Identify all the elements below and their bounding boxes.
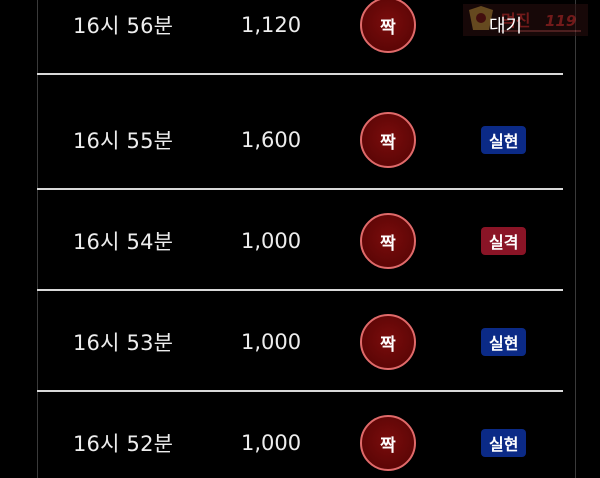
row-time: 16시 56분 — [73, 14, 174, 38]
row-time: 16시 52분 — [73, 432, 174, 456]
history-row: 16시 53분 1,000 짝 실현 — [37, 292, 563, 392]
history-row: 16시 55분 1,600 짝 실현 — [37, 90, 563, 190]
status-badge-win: 실현 — [481, 429, 527, 457]
row-divider — [37, 188, 563, 190]
row-amount: 1,000 — [241, 229, 302, 253]
row-divider — [37, 73, 563, 75]
row-time: 16시 54분 — [73, 230, 174, 254]
row-time: 16시 55분 — [73, 129, 174, 153]
status-badge-win: 실현 — [481, 126, 527, 154]
row-time: 16시 53분 — [73, 331, 174, 355]
row-amount: 1,600 — [241, 128, 302, 152]
history-row: 16시 52분 1,000 짝 실현 — [37, 393, 563, 478]
row-divider — [37, 289, 563, 291]
row-amount: 1,000 — [241, 431, 302, 455]
bet-history-page: 먹진 119 16시 56분 1,120 짝 대기 16시 55분 1,600 … — [0, 0, 600, 478]
pick-badge-even: 짝 — [360, 314, 416, 370]
row-divider — [37, 390, 563, 392]
pick-badge-even: 짝 — [360, 213, 416, 269]
status-badge-lose: 실격 — [481, 227, 527, 255]
pick-badge-even: 짝 — [360, 415, 416, 471]
row-amount: 1,120 — [241, 13, 302, 37]
history-row: 16시 56분 1,120 짝 대기 — [37, 0, 563, 75]
row-amount: 1,000 — [241, 330, 302, 354]
pick-badge-even: 짝 — [360, 112, 416, 168]
history-row: 16시 54분 1,000 짝 실격 — [37, 191, 563, 291]
status-badge-win: 실현 — [481, 328, 527, 356]
pick-badge-even: 짝 — [360, 0, 416, 53]
right-border-line — [575, 0, 576, 478]
status-badge-pending: 대기 — [489, 16, 523, 37]
